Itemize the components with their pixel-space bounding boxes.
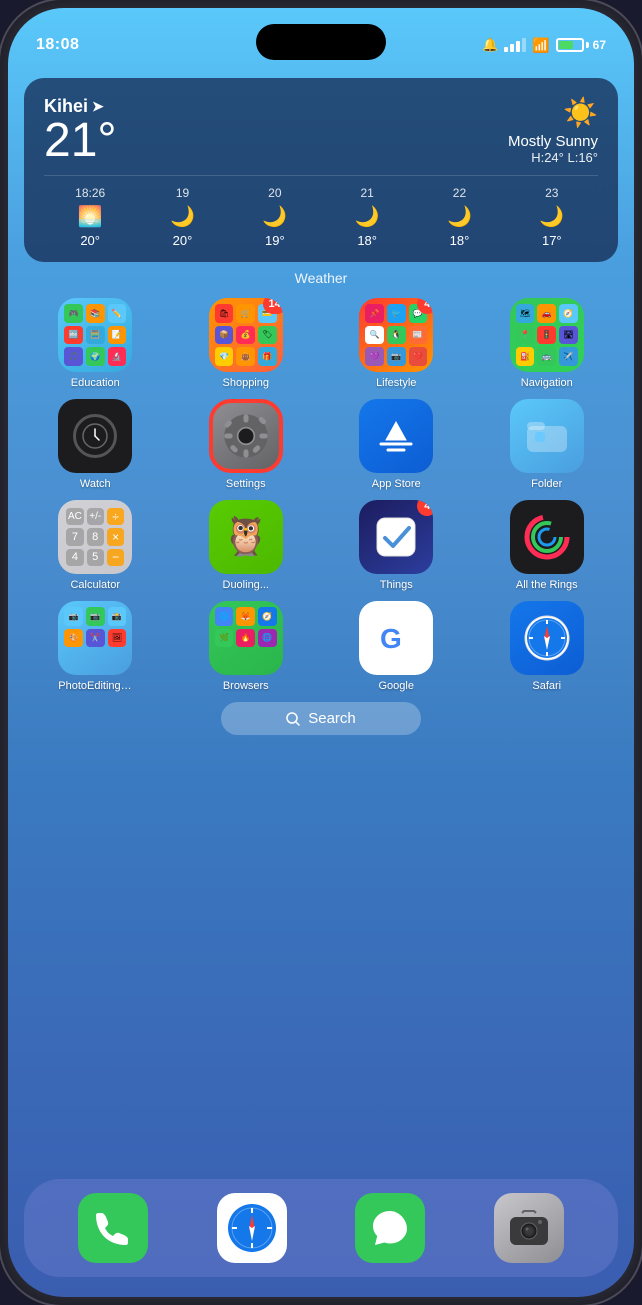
app-icon-settings bbox=[209, 399, 283, 473]
app-lifestyle[interactable]: 4 📌 🐦 💬 🔍 🐧 📰 💜 📷 ❤️ bbox=[325, 298, 468, 389]
signal-icon bbox=[504, 38, 526, 52]
app-shopping[interactable]: 14 🛍 🛒 💳 📦 💰 🏷 💎 👜 🎁 bbox=[175, 298, 318, 389]
weather-forecast: 18:26 🌅 20° 19 🌙 20° 20 🌙 19° bbox=[44, 175, 598, 248]
mute-icon: 🔔 bbox=[482, 37, 498, 53]
search-bar[interactable]: Search bbox=[221, 702, 421, 735]
app-label-navigation: Navigation bbox=[521, 377, 573, 389]
weather-temp: 21° bbox=[44, 117, 117, 165]
app-browsers[interactable]: 🌐 🦊 🧭 🌿 🔥 🌐 Browsers bbox=[175, 601, 318, 692]
dock-phone[interactable] bbox=[78, 1193, 148, 1263]
status-time: 18:08 bbox=[36, 36, 79, 54]
app-icon-messages-dock bbox=[355, 1193, 425, 1263]
forecast-item-2: 20 🌙 19° bbox=[229, 186, 321, 248]
weather-description: Mostly Sunny H:24° L:16° bbox=[508, 133, 598, 165]
phone-frame: 18:08 🔔 📶 67 bbox=[0, 0, 642, 1305]
app-label-folder: Folder bbox=[531, 478, 562, 490]
search-icon bbox=[286, 712, 300, 726]
app-label-duolingo: Duoling... bbox=[223, 579, 269, 591]
app-label-settings: Settings bbox=[226, 478, 266, 490]
app-icon-folder bbox=[510, 399, 584, 473]
app-calculator[interactable]: AC +/- ÷ 7 8 × 4 5 − Calculator bbox=[24, 500, 167, 591]
app-label-photoediting: PhotoEditingSh... bbox=[58, 680, 132, 692]
screen: 18:08 🔔 📶 67 bbox=[8, 8, 634, 1297]
app-label-appstore: App Store bbox=[372, 478, 421, 490]
dock-messages[interactable] bbox=[355, 1193, 425, 1263]
badge-lifestyle: 4 bbox=[417, 298, 433, 314]
app-icon-shopping: 14 🛍 🛒 💳 📦 💰 🏷 💎 👜 🎁 bbox=[209, 298, 283, 372]
app-navigation[interactable]: 🗺 🚗 🧭 📍 🚦 🛣 ⛽ 🚌 ✈️ Navigation bbox=[476, 298, 619, 389]
forecast-item-1: 19 🌙 20° bbox=[136, 186, 228, 248]
app-icon-appstore bbox=[359, 399, 433, 473]
app-label-google: Google bbox=[379, 680, 414, 692]
duolingo-owl-icon: 🦉 bbox=[222, 515, 269, 559]
app-label-calculator: Calculator bbox=[70, 579, 120, 591]
app-icon-calculator: AC +/- ÷ 7 8 × 4 5 − bbox=[58, 500, 132, 574]
app-icon-browsers: 🌐 🦊 🧭 🌿 🔥 🌐 bbox=[209, 601, 283, 675]
app-label-browsers: Browsers bbox=[223, 680, 269, 692]
weather-sun-icon: ☀️ bbox=[563, 96, 598, 129]
app-icon-camera-dock bbox=[494, 1193, 564, 1263]
badge-shopping: 14 bbox=[263, 298, 283, 314]
app-icon-things: 4 bbox=[359, 500, 433, 574]
app-appstore[interactable]: App Store bbox=[325, 399, 468, 490]
app-icon-safari bbox=[510, 601, 584, 675]
forecast-item-0: 18:26 🌅 20° bbox=[44, 186, 136, 248]
forecast-item-5: 23 🌙 17° bbox=[506, 186, 598, 248]
dock-camera[interactable] bbox=[494, 1193, 564, 1263]
app-duolingo[interactable]: 🦉 Duoling... bbox=[175, 500, 318, 591]
home-screen-content: Kihei ➤ 21° ☀️ Mostly Sunny H:24° L:16° bbox=[8, 68, 634, 1297]
app-google[interactable]: G Google bbox=[325, 601, 468, 692]
app-label-shopping: Shopping bbox=[223, 377, 270, 389]
app-photoediting[interactable]: 📷 📷 📸 🎨 ✂️ 🖼 PhotoEditingSh... bbox=[24, 601, 167, 692]
app-icon-allrings bbox=[510, 500, 584, 574]
app-icon-safari-dock bbox=[217, 1193, 287, 1263]
app-settings[interactable]: Settings bbox=[175, 399, 318, 490]
app-icon-watch bbox=[58, 399, 132, 473]
app-safari[interactable]: Safari bbox=[476, 601, 619, 692]
app-icon-education: 🎮 📚 ✏️ 🔤 🧮 📝 🎵 🌍 🔬 bbox=[58, 298, 132, 372]
wifi-icon: 📶 bbox=[532, 37, 549, 54]
forecast-item-4: 22 🌙 18° bbox=[413, 186, 505, 248]
app-label-allrings: All the Rings bbox=[516, 579, 578, 591]
app-folder[interactable]: Folder bbox=[476, 399, 619, 490]
app-grid: 🎮 📚 ✏️ 🔤 🧮 📝 🎵 🌍 🔬 Education bbox=[24, 298, 618, 692]
svg-text:G: G bbox=[380, 623, 402, 654]
app-watch[interactable]: Watch bbox=[24, 399, 167, 490]
app-label-watch: Watch bbox=[80, 478, 111, 490]
app-label-safari: Safari bbox=[532, 680, 561, 692]
app-icon-phone-dock bbox=[78, 1193, 148, 1263]
app-label-things: Things bbox=[380, 579, 413, 591]
app-education[interactable]: 🎮 📚 ✏️ 🔤 🧮 📝 🎵 🌍 🔬 Education bbox=[24, 298, 167, 389]
search-label: Search bbox=[308, 710, 356, 727]
forecast-item-3: 21 🌙 18° bbox=[321, 186, 413, 248]
app-icon-navigation: 🗺 🚗 🧭 📍 🚦 🛣 ⛽ 🚌 ✈️ bbox=[510, 298, 584, 372]
app-label-lifestyle: Lifestyle bbox=[376, 377, 416, 389]
dynamic-island bbox=[256, 24, 386, 60]
weather-label: Weather bbox=[24, 270, 618, 286]
app-label-education: Education bbox=[71, 377, 120, 389]
app-icon-lifestyle: 4 📌 🐦 💬 🔍 🐧 📰 💜 📷 ❤️ bbox=[359, 298, 433, 372]
watch-circle-icon bbox=[73, 414, 117, 458]
battery-indicator: 67 bbox=[556, 38, 606, 52]
app-icon-google: G bbox=[359, 601, 433, 675]
status-icons: 🔔 📶 67 bbox=[482, 37, 606, 54]
app-icon-photoediting: 📷 📷 📸 🎨 ✂️ 🖼 bbox=[58, 601, 132, 675]
dock-safari[interactable] bbox=[217, 1193, 287, 1263]
badge-things: 4 bbox=[417, 500, 433, 516]
app-icon-duolingo: 🦉 bbox=[209, 500, 283, 574]
app-things[interactable]: 4 Things bbox=[325, 500, 468, 591]
weather-widget[interactable]: Kihei ➤ 21° ☀️ Mostly Sunny H:24° L:16° bbox=[24, 78, 618, 262]
dock bbox=[24, 1179, 618, 1277]
app-allrings[interactable]: All the Rings bbox=[476, 500, 619, 591]
